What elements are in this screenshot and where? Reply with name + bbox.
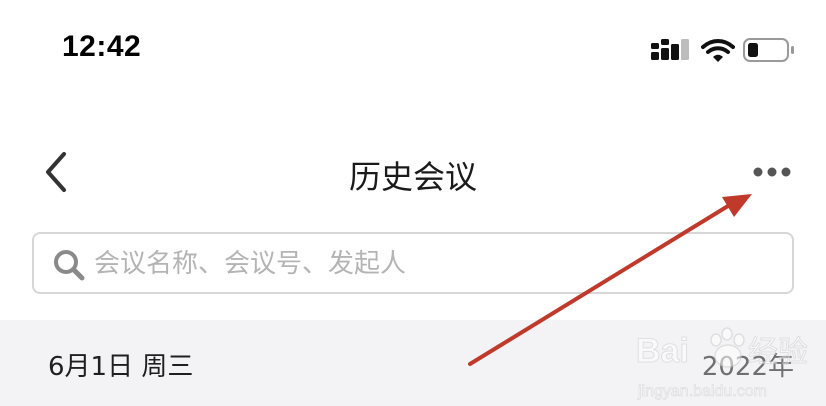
battery-icon [743,38,794,62]
search-box[interactable] [32,232,794,294]
chevron-left-icon [46,152,66,192]
back-button[interactable] [34,150,78,194]
page-title: 历史会议 [348,158,477,196]
section-date: 6月1日 周三 [48,352,194,382]
status-time: 12:42 [62,30,142,63]
status-icons [651,38,794,62]
wifi-icon [701,39,735,62]
section-year: 2022年 [701,352,794,382]
navigation-bar: 历史会议 [0,130,826,214]
more-dots-icon [753,167,791,177]
signal-icon [651,39,689,60]
search-icon [54,250,85,281]
status-bar: 12:42 [0,0,826,100]
search-input[interactable] [94,242,774,286]
more-options-button[interactable] [746,156,798,188]
date-section-header: 6月1日 周三 2022年 [0,320,826,406]
